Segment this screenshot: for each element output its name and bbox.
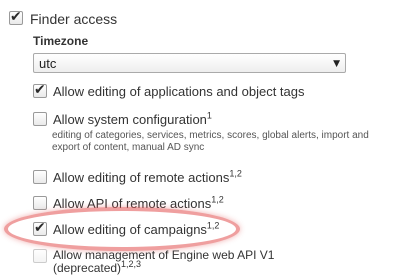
- option-checkbox-campaigns[interactable]: ✔: [33, 220, 47, 236]
- option-label-text: Allow API of remote actions: [53, 196, 212, 211]
- check-icon: ✔: [10, 9, 22, 25]
- footnote-marker: 1,2: [206, 220, 220, 231]
- check-icon: ✔: [34, 82, 46, 98]
- option-checkbox-engine-api[interactable]: [33, 249, 47, 263]
- footnote-marker: 1,2: [211, 194, 224, 205]
- timezone-value: utc: [39, 56, 57, 71]
- footnote-marker: 1,2,3: [121, 259, 142, 269]
- option-row-system-config[interactable]: Allow system configuration1: [33, 110, 212, 128]
- option-label: Allow API of remote actions1,2: [53, 194, 224, 212]
- timezone-label: Timezone: [33, 34, 89, 48]
- description-line: editing of categories, services, metrics…: [52, 130, 369, 141]
- option-label: Allow editing of remote actions1,2: [53, 168, 242, 186]
- option-checkbox-system-config[interactable]: [33, 112, 47, 126]
- option-label-text: Allow editing of campaigns: [53, 222, 207, 237]
- option-label: Allow management of Engine web API V1 (d…: [53, 249, 274, 275]
- option-row-engine-api[interactable]: Allow management of Engine web API V1 (d…: [33, 249, 274, 275]
- option-label: Allow system configuration1: [53, 110, 212, 128]
- option-label-text: Allow editing of remote actions: [53, 170, 230, 185]
- option-label: Allow editing of applications and object…: [53, 84, 305, 99]
- option-description: editing of categories, services, metrics…: [52, 130, 369, 154]
- description-line: export of content, manual AD sync: [52, 142, 205, 153]
- option-checkbox-api-remote-actions[interactable]: [33, 196, 47, 210]
- finder-access-row[interactable]: ✔ Finder access: [9, 9, 118, 27]
- option-label-text: Allow management of Engine web API V1: [53, 248, 275, 262]
- option-row-api-remote-actions[interactable]: Allow API of remote actions1,2: [33, 194, 224, 212]
- check-icon: ✔: [34, 220, 46, 236]
- option-checkbox-remote-actions[interactable]: [33, 170, 47, 184]
- option-row-campaigns[interactable]: ✔ Allow editing of campaigns1,2: [33, 220, 220, 238]
- option-checkbox-app-tags[interactable]: ✔: [33, 82, 47, 98]
- timezone-select[interactable]: utc ▼: [33, 53, 346, 73]
- option-label: Allow editing of campaigns1,2: [53, 220, 220, 238]
- option-label-text: Allow system configuration: [53, 112, 207, 127]
- finder-access-label: Finder access: [30, 11, 118, 27]
- option-label-text: (deprecated): [53, 261, 122, 275]
- footnote-marker: 1,2: [229, 168, 242, 179]
- footnote-marker: 1: [206, 110, 212, 121]
- option-row-remote-actions[interactable]: Allow editing of remote actions1,2: [33, 168, 242, 186]
- finder-access-checkbox[interactable]: ✔: [9, 9, 23, 25]
- chevron-down-icon: ▼: [333, 59, 340, 69]
- option-row-app-tags[interactable]: ✔ Allow editing of applications and obje…: [33, 82, 305, 100]
